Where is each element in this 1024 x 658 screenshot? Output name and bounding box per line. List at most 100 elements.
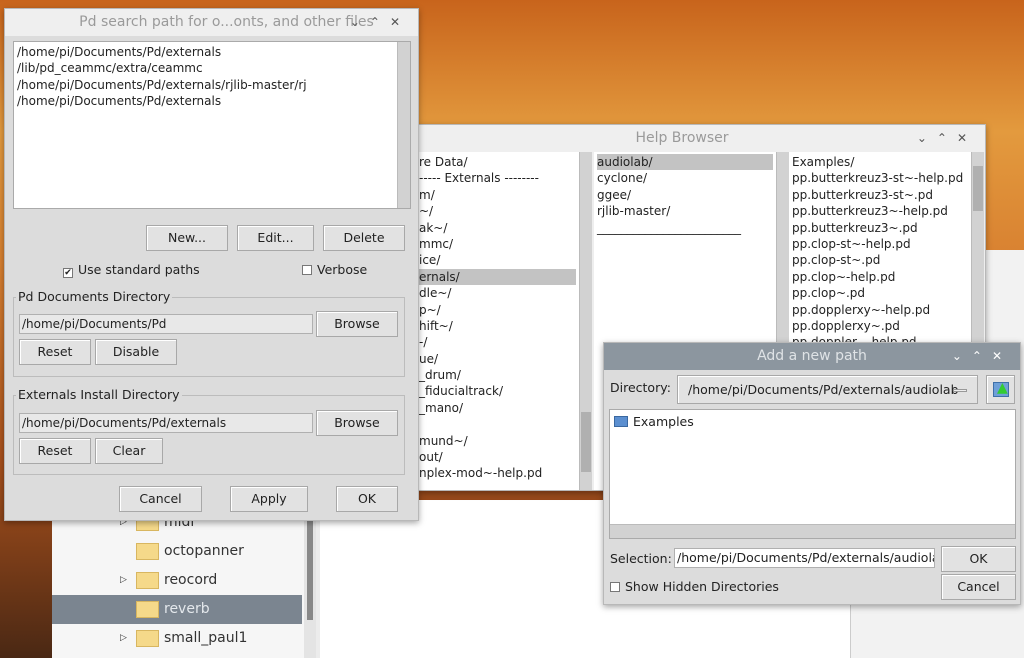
list-item[interactable]: pp.clop-st~.pd — [792, 252, 968, 268]
tree-item[interactable]: octopanner — [52, 537, 302, 566]
pd-documents-label: Pd Documents Directory — [16, 289, 173, 304]
list-item[interactable]: pp.butterkreuz3-st~-help.pd — [792, 170, 968, 186]
folder-icon — [614, 416, 628, 427]
list-item[interactable]: hift~/ — [419, 318, 576, 334]
selection-field[interactable]: /home/pi/Documents/Pd/externals/audiolab — [674, 548, 935, 568]
directory-label: Directory: — [610, 380, 671, 395]
apply-button[interactable]: Apply — [230, 486, 308, 512]
list-item[interactable]: Examples — [614, 414, 1011, 430]
pd-documents-group — [13, 297, 405, 377]
list-item[interactable]: ice/ — [419, 252, 576, 268]
list-item[interactable]: ak~/ — [419, 220, 576, 236]
list-item[interactable]: _fiducialtrack/ — [419, 383, 576, 399]
tree-item[interactable]: ▷ reocord — [52, 566, 302, 595]
directory-combo[interactable]: /home/pi/Documents/Pd/externals/audiolab — [677, 375, 978, 404]
pd-documents-field[interactable]: /home/pi/Documents/Pd — [19, 314, 313, 334]
list-item[interactable]: cyclone/ — [597, 170, 773, 186]
checkbox[interactable] — [610, 582, 620, 592]
list-item[interactable]: m/ — [419, 187, 576, 203]
tree-item[interactable]: ▷ small_paul1 — [52, 624, 302, 653]
list-item[interactable]: -/ — [419, 334, 576, 350]
list-item[interactable]: p~/ — [419, 302, 576, 318]
maximize-icon[interactable]: ⌃ — [370, 15, 390, 29]
window-title: Pd search path for o...onts, and other f… — [79, 14, 374, 30]
externals-field[interactable]: /home/pi/Documents/Pd/externals — [19, 413, 313, 433]
column-1-scrollbar[interactable] — [579, 152, 592, 490]
list-item[interactable]: out/ — [419, 449, 576, 465]
minimize-icon[interactable]: ⌄ — [917, 131, 937, 145]
tree-item[interactable]: reverb — [52, 595, 302, 624]
show-hidden-checkbox[interactable]: Show Hidden Directories — [610, 579, 779, 594]
list-item[interactable]: ----- Externals -------- — [419, 170, 576, 186]
externals-reset-button[interactable]: Reset — [19, 438, 91, 464]
close-icon[interactable]: ✕ — [957, 131, 977, 145]
expander-icon[interactable]: ▷ — [120, 624, 127, 653]
pane-divider[interactable] — [316, 500, 320, 658]
path-item[interactable]: /home/pi/Documents/Pd/externals — [17, 93, 407, 109]
title-bar[interactable]: Pd search path for o...onts, and other f… — [5, 9, 418, 36]
search-path-list[interactable]: /home/pi/Documents/Pd/externals/lib/pd_c… — [13, 41, 411, 209]
docs-disable-button[interactable]: Disable — [95, 339, 177, 365]
list-item[interactable]: pp.butterkreuz3-st~.pd — [792, 187, 968, 203]
list-item[interactable]: _mano/ — [419, 400, 576, 416]
checkbox[interactable] — [302, 265, 312, 275]
docs-browse-button[interactable]: Browse — [316, 311, 398, 337]
docs-reset-button[interactable]: Reset — [19, 339, 91, 365]
path-list-scrollbar[interactable] — [397, 42, 410, 208]
close-icon[interactable]: ✕ — [992, 349, 1012, 363]
list-item[interactable]: nplex-mod~-help.pd — [419, 465, 576, 481]
maximize-icon[interactable]: ⌃ — [937, 131, 957, 145]
list-item[interactable]: ernals/ — [419, 268, 576, 286]
maximize-icon[interactable]: ⌃ — [972, 349, 992, 363]
list-item[interactable]: rjlib-master/ — [597, 203, 773, 219]
ok-button[interactable]: OK — [336, 486, 398, 512]
list-item[interactable]: pp.butterkreuz3~-help.pd — [792, 203, 968, 219]
minimize-icon[interactable]: ⌄ — [952, 349, 972, 363]
externals-clear-button[interactable]: Clear — [95, 438, 163, 464]
list-item[interactable]: _drum/ — [419, 367, 576, 383]
checkbox[interactable]: ✔ — [63, 268, 73, 278]
list-item[interactable]: pp.clop~-help.pd — [792, 269, 968, 285]
folder-icon — [136, 630, 159, 647]
verbose-checkbox[interactable]: Verbose — [302, 262, 367, 277]
list-item[interactable]: ________________________ — [597, 220, 773, 236]
minimize-icon[interactable]: ⌄ — [350, 15, 370, 29]
list-item[interactable]: Examples/ — [792, 154, 968, 170]
path-item[interactable]: /lib/pd_ceammc/extra/ceammc — [17, 60, 407, 76]
list-item[interactable]: mmc/ — [419, 236, 576, 252]
horizontal-scrollbar[interactable] — [610, 524, 1015, 538]
parent-directory-button[interactable]: ▲ — [986, 375, 1015, 404]
externals-browse-button[interactable]: Browse — [316, 410, 398, 436]
list-item[interactable]: dle~/ — [419, 285, 576, 301]
list-item[interactable] — [419, 416, 576, 432]
list-item[interactable]: pp.dopplerxy~.pd — [792, 318, 968, 334]
new-path-button[interactable]: New... — [146, 225, 228, 251]
cancel-button[interactable]: Cancel — [119, 486, 202, 512]
directory-list[interactable]: Examples — [609, 409, 1016, 539]
edit-path-button[interactable]: Edit... — [237, 225, 314, 251]
list-item[interactable]: ~/ — [419, 203, 576, 219]
tree-scrollbar[interactable] — [304, 500, 316, 658]
list-item[interactable]: mund~/ — [419, 433, 576, 449]
list-item[interactable]: pp.clop-st~-help.pd — [792, 236, 968, 252]
close-icon[interactable]: ✕ — [390, 15, 410, 29]
list-item[interactable]: audiolab/ — [597, 154, 773, 171]
list-item[interactable]: pp.dopplerxy~-help.pd — [792, 302, 968, 318]
list-item[interactable]: ggee/ — [597, 187, 773, 203]
list-item[interactable]: ue/ — [419, 351, 576, 367]
delete-path-button[interactable]: Delete — [323, 225, 405, 251]
externals-label: Externals Install Directory — [16, 387, 182, 402]
ok-button[interactable]: OK — [941, 546, 1016, 572]
title-bar[interactable]: Help Browser ⌄⌃✕ — [419, 125, 985, 152]
add-path-dialog: Add a new path ⌄⌃✕ Directory: /home/pi/D… — [603, 342, 1021, 605]
list-item[interactable]: pp.butterkreuz3~.pd — [792, 220, 968, 236]
expander-icon[interactable]: ▷ — [120, 566, 127, 595]
path-item[interactable]: /home/pi/Documents/Pd/externals/rjlib-ma… — [17, 77, 407, 93]
list-item[interactable]: pp.clop~.pd — [792, 285, 968, 301]
path-item[interactable]: /home/pi/Documents/Pd/externals — [17, 44, 407, 60]
title-bar[interactable]: Add a new path ⌄⌃✕ — [604, 343, 1020, 370]
use-standard-paths-checkbox[interactable]: ✔ Use standard paths — [63, 262, 200, 278]
cancel-button[interactable]: Cancel — [941, 574, 1016, 600]
list-item[interactable]: re Data/ — [419, 154, 576, 170]
help-column-1[interactable]: re Data/----- Externals -------- m/~/ak~/… — [419, 152, 579, 490]
